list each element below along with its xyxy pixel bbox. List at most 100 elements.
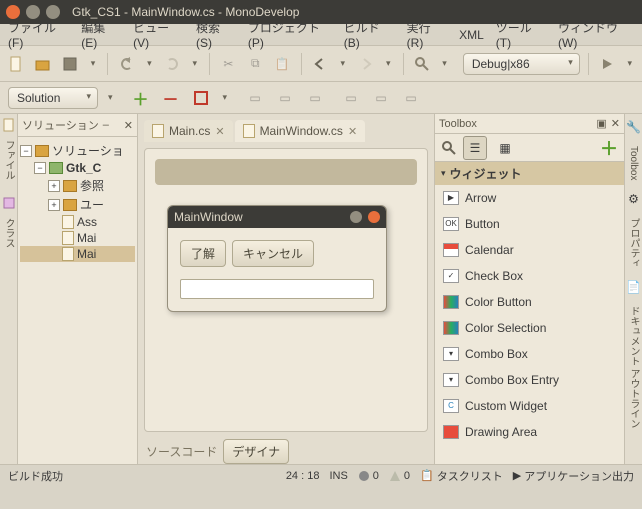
toolbox-item-checkbox[interactable]: ✓Check Box xyxy=(435,263,624,289)
collapse-icon[interactable]: − xyxy=(20,145,32,157)
config-combo[interactable]: Debug|x86 xyxy=(463,53,580,75)
toolbox-item-customwidget[interactable]: CCustom Widget xyxy=(435,393,624,419)
open-icon[interactable] xyxy=(33,52,54,76)
paste-icon[interactable]: 📋 xyxy=(272,52,293,76)
align-6-icon[interactable]: ▭ xyxy=(399,86,423,110)
tree-ui[interactable]: ユー xyxy=(80,196,104,213)
properties-icon[interactable]: ⚙ xyxy=(628,192,639,206)
source-tab[interactable]: ソースコード xyxy=(146,443,217,460)
designer-tab[interactable]: デザイナ xyxy=(223,439,289,464)
menu-file[interactable]: ファイル (F) xyxy=(4,17,73,52)
app-output-button[interactable]: ▶アプリケーション出力 xyxy=(513,468,634,484)
menu-edit[interactable]: 編集 (E) xyxy=(77,17,125,52)
right-tab-outline[interactable]: ドキュメント アウトライン xyxy=(626,306,641,429)
dialog-minimize-icon[interactable] xyxy=(350,211,362,223)
align-4-icon[interactable]: ▭ xyxy=(339,86,363,110)
align-5-icon[interactable]: ▭ xyxy=(369,86,393,110)
menu-tools[interactable]: ツール (T) xyxy=(492,17,550,52)
view-list-icon[interactable]: ☰ xyxy=(463,136,487,160)
dialog-titlebar[interactable]: MainWindow xyxy=(168,206,386,228)
menu-window[interactable]: ウィンドウ (W) xyxy=(554,17,638,52)
run-icon[interactable] xyxy=(597,52,618,76)
tab-mainwindow-cs[interactable]: MainWindow.cs ✕ xyxy=(235,120,366,142)
align-2-icon[interactable]: ▭ xyxy=(273,86,297,110)
undo-icon[interactable] xyxy=(116,52,137,76)
copy-icon[interactable]: ⧉ xyxy=(245,52,266,76)
right-tab-toolbox[interactable]: Toolbox xyxy=(628,146,639,180)
menu-xml[interactable]: XML xyxy=(455,26,488,44)
toolbox-item-calendar[interactable]: Calendar xyxy=(435,237,624,263)
tasklist-button[interactable]: 📋タスクリスト xyxy=(420,468,503,484)
designer-canvas[interactable]: MainWindow 了解 キャンセル xyxy=(144,148,428,432)
menu-build[interactable]: ビルド (B) xyxy=(340,17,399,52)
dropdown-icon[interactable]: ▾ xyxy=(189,58,202,69)
outline-icon[interactable]: 📄 xyxy=(626,280,641,294)
solution-tree[interactable]: −ソリューショ −Gtk_C +参照 +ユー Ass Mai Mai xyxy=(18,137,137,266)
add-icon[interactable]: ＋ xyxy=(129,86,153,110)
dropdown-icon[interactable]: ▾ xyxy=(624,58,637,69)
redo-icon[interactable] xyxy=(162,52,183,76)
left-tab-classes[interactable]: クラス xyxy=(1,218,16,248)
right-tab-properties[interactable]: プロパティ xyxy=(626,218,641,268)
expand-icon[interactable]: + xyxy=(48,180,60,192)
close-tab-icon[interactable]: ✕ xyxy=(215,125,224,138)
dialog-close-icon[interactable] xyxy=(368,211,380,223)
error-count[interactable]: 0 xyxy=(358,470,379,482)
toolbox-category[interactable]: ▾ ウィジェット xyxy=(435,162,624,185)
dropdown-icon[interactable]: ▾ xyxy=(104,92,117,103)
warning-count[interactable]: 0 xyxy=(389,470,410,482)
dropdown-icon[interactable]: ▾ xyxy=(87,58,100,69)
dock-icon[interactable]: ▣ xyxy=(596,117,606,130)
tree-main[interactable]: Mai xyxy=(77,231,96,245)
toolbox-item-drawingarea[interactable]: Drawing Area xyxy=(435,419,624,445)
tree-root[interactable]: ソリューショ xyxy=(52,142,124,159)
toolbox-item-arrow[interactable]: ▶Arrow xyxy=(435,185,624,211)
expand-icon[interactable]: + xyxy=(48,199,60,211)
nav-back-icon[interactable] xyxy=(310,52,331,76)
toolbox-item-button[interactable]: OKButton xyxy=(435,211,624,237)
add-icon[interactable]: ＋ xyxy=(600,135,618,161)
toolbox-item-colorbutton[interactable]: Color Button xyxy=(435,289,624,315)
menu-run[interactable]: 実行 (R) xyxy=(403,17,451,52)
menu-project[interactable]: プロジェクト (P) xyxy=(244,17,336,52)
ok-button[interactable]: 了解 xyxy=(180,240,226,267)
tab-main-cs[interactable]: Main.cs ✕ xyxy=(144,120,233,142)
align-3-icon[interactable]: ▭ xyxy=(303,86,327,110)
view-grid-icon[interactable]: ▦ xyxy=(493,136,517,160)
class-icon[interactable] xyxy=(2,196,16,210)
search-icon[interactable] xyxy=(411,52,432,76)
tree-asm[interactable]: Ass xyxy=(77,215,97,229)
tree-project[interactable]: Gtk_C xyxy=(66,161,101,175)
dropdown-icon[interactable]: ▾ xyxy=(438,58,451,69)
close-pad-icon[interactable]: ✕ xyxy=(124,119,133,132)
dropdown-icon[interactable]: ▾ xyxy=(219,92,232,103)
search-icon[interactable] xyxy=(441,140,457,156)
dropdown-icon[interactable]: ▾ xyxy=(143,58,156,69)
toolbox-item-colorselection[interactable]: Color Selection xyxy=(435,315,624,341)
left-tab-files[interactable]: ファイル xyxy=(1,140,16,180)
cut-icon[interactable]: ✂ xyxy=(218,52,239,76)
minimize-pad-icon[interactable]: – xyxy=(103,119,109,131)
save-icon[interactable] xyxy=(60,52,81,76)
collapse-icon[interactable]: ▾ xyxy=(441,168,446,179)
tree-mainwin[interactable]: Mai xyxy=(77,247,96,261)
text-input[interactable] xyxy=(180,279,374,299)
menu-search[interactable]: 検索 (S) xyxy=(192,17,240,52)
nav-fwd-icon[interactable] xyxy=(355,52,376,76)
close-tab-icon[interactable]: ✕ xyxy=(348,125,357,138)
menu-view[interactable]: ビュー (V) xyxy=(129,17,188,52)
mainwindow-dialog[interactable]: MainWindow 了解 キャンセル xyxy=(167,205,387,312)
cancel-button[interactable]: キャンセル xyxy=(232,240,314,267)
red-box-icon[interactable] xyxy=(189,86,213,110)
dropdown-icon[interactable]: ▾ xyxy=(337,58,350,69)
tree-refs[interactable]: 参照 xyxy=(80,177,104,194)
toolbox-item-comboboxentry[interactable]: ▾Combo Box Entry xyxy=(435,367,624,393)
align-1-icon[interactable]: ▭ xyxy=(243,86,267,110)
solution-combo[interactable]: Solution xyxy=(8,87,98,109)
toolbox-icon[interactable]: 🔧 xyxy=(626,120,641,134)
remove-icon[interactable]: － xyxy=(159,86,183,110)
collapse-icon[interactable]: − xyxy=(34,162,46,174)
new-file-icon[interactable] xyxy=(6,52,27,76)
file-icon[interactable] xyxy=(2,118,16,132)
dropdown-icon[interactable]: ▾ xyxy=(382,58,395,69)
